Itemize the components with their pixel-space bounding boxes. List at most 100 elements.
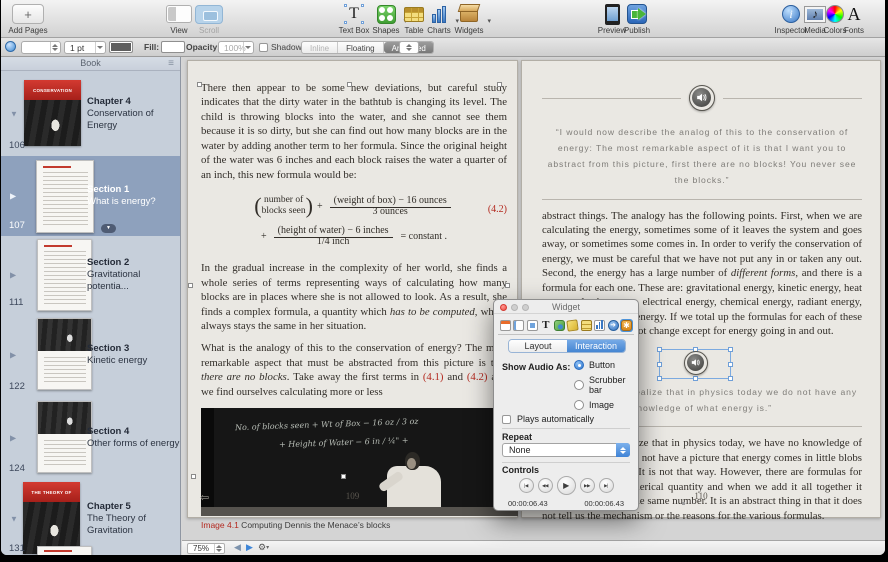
document-inspector-icon[interactable] <box>499 319 512 332</box>
playback-controls: |◀ ◀◀ ▶ ▶▶ ▶| <box>494 476 638 495</box>
selection-handle[interactable] <box>728 376 733 381</box>
audio-widget-1 <box>542 85 862 111</box>
rewind-button[interactable]: ◀◀ <box>538 478 553 493</box>
radio-option-button[interactable]: Button <box>574 360 638 370</box>
fill-color-well[interactable] <box>161 41 185 53</box>
opacity-select[interactable]: 100% <box>218 41 254 54</box>
stroke-color-well[interactable] <box>109 41 133 53</box>
tab-interaction[interactable]: Interaction <box>567 340 625 352</box>
skip-to-end-button[interactable]: ▶| <box>599 478 614 493</box>
selection-handle[interactable] <box>197 82 202 87</box>
publish-button[interactable]: Publish <box>619 2 655 36</box>
radio-icon <box>574 360 584 370</box>
skip-to-start-button[interactable]: |◀ <box>519 478 534 493</box>
widgets-icon <box>460 7 478 22</box>
play-button[interactable]: ▶ <box>557 476 576 495</box>
selection-handle[interactable] <box>188 283 193 288</box>
style-sphere-icon[interactable] <box>5 41 16 52</box>
section-1-thumbnail <box>36 160 94 233</box>
selection-handle[interactable] <box>728 347 733 352</box>
selection-handle[interactable] <box>657 376 662 381</box>
audio-play-button[interactable] <box>689 85 715 111</box>
metrics-inspector-icon[interactable] <box>566 319 579 332</box>
page-number: 109 <box>188 491 517 501</box>
close-button[interactable] <box>500 304 507 311</box>
left-page[interactable]: There then appear to be some new deviati… <box>187 60 518 518</box>
plays-automatically-row[interactable]: Plays automatically <box>502 414 594 424</box>
scroll-button: Scroll <box>190 2 228 36</box>
disclosure-right-icon[interactable]: ▶ <box>10 192 16 201</box>
body-text-box[interactable]: There then appear to be some new deviati… <box>201 81 507 530</box>
back-page-button[interactable]: ◀ <box>234 542 241 553</box>
disclosure-down-icon[interactable]: ▼ <box>10 109 18 118</box>
prev-page-arrow-icon[interactable]: ⇦ <box>200 491 209 504</box>
layout-inspector-icon[interactable] <box>512 319 525 332</box>
radio-option-image[interactable]: Image <box>574 400 638 410</box>
thumbnail-menu-chevron[interactable]: ▼ <box>101 224 116 233</box>
thumbnail-partial <box>37 546 92 555</box>
selection-handle[interactable] <box>341 474 346 479</box>
placement-inline[interactable]: Inline <box>302 42 338 53</box>
plus-icon: + <box>12 4 44 24</box>
radio-icon <box>574 400 584 410</box>
disclosure-right-icon[interactable]: ▶ <box>10 351 16 360</box>
image-caption[interactable]: Image 4.1 Computing Dennis the Menace’s … <box>201 520 507 530</box>
link-inspector-icon[interactable]: ➜ <box>607 319 620 332</box>
sidebar-item-section-1[interactable]: ▶ Section 1 What is energy? 107 ▼ <box>1 156 180 236</box>
shapes-icon <box>377 5 396 24</box>
disclosure-right-icon[interactable]: ▶ <box>10 270 16 279</box>
audio-play-button[interactable] <box>684 351 708 375</box>
inspector-icon: i <box>782 5 800 23</box>
book-sidebar: Book ≡ ▼ CONSERVATION Chapter 4 Conserva… <box>1 57 181 555</box>
sidebar-item-section-3[interactable]: ▶ Section 3 Kinetic energy 122 <box>1 313 180 397</box>
plays-automatically-checkbox[interactable] <box>502 415 511 424</box>
panel-title: Widget <box>552 302 580 312</box>
selection-handle[interactable] <box>693 376 698 381</box>
hamburger-icon[interactable]: ≡ <box>168 57 174 70</box>
selection-handle[interactable] <box>657 362 662 367</box>
graphic-inspector-icon[interactable] <box>553 319 566 332</box>
tab-layout[interactable]: Layout <box>509 340 567 352</box>
stroke-style-stepper[interactable] <box>21 41 61 54</box>
selection-handle[interactable] <box>657 347 662 352</box>
shadow-checkbox[interactable] <box>259 43 268 52</box>
wrap-inspector-icon[interactable] <box>526 319 539 332</box>
fonts-button[interactable]: A Fonts <box>841 2 867 36</box>
sidebar-header: Book ≡ <box>1 57 180 71</box>
widgets-button[interactable]: ▾ Widgets <box>449 2 489 36</box>
repeat-dropdown[interactable]: None <box>502 443 630 457</box>
forward-page-button[interactable]: ▶ <box>246 542 253 553</box>
sidebar-item-section-4[interactable]: ▶ Section 4 Other forms of energy 124 <box>1 397 180 479</box>
selection-handle[interactable] <box>191 474 196 479</box>
radio-option-scrubber-bar[interactable]: Scrubber bar <box>574 375 638 395</box>
selection-handle[interactable] <box>497 82 502 87</box>
sidebar-item-section-2[interactable]: ▶ Section 2 Gravitational potentia... 11… <box>1 236 180 313</box>
anchor-stepper[interactable] <box>399 41 419 54</box>
add-pages-button[interactable]: + Add Pages <box>3 2 53 36</box>
status-bar: 75% ◀ ▶ ⚙▾ <box>182 540 885 555</box>
sidebar-item-chapter-4[interactable]: ▼ CONSERVATION Chapter 4 Conservation of… <box>1 71 180 156</box>
gear-icon: ⚙ <box>258 542 266 552</box>
section-3-thumbnail <box>37 318 92 390</box>
page-options-gear-button[interactable]: ⚙▾ <box>258 542 269 553</box>
show-audio-as-label: Show Audio As: <box>502 362 570 372</box>
selection-handle[interactable] <box>347 82 352 87</box>
panel-title-bar[interactable]: Widget <box>494 300 638 314</box>
disclosure-right-icon[interactable]: ▶ <box>10 434 16 443</box>
zoom-level-select[interactable]: 75% <box>187 543 225 554</box>
fonts-icon: A <box>848 5 861 23</box>
audio-quote-1[interactable]: “I would now describe the analog of this… <box>546 125 858 189</box>
item-title: Chapter 5 <box>87 501 180 513</box>
sidebar-item-chapter-5[interactable]: ▼ THE THEORY OF Chapter 5 The Theory of … <box>1 479 180 555</box>
placement-floating[interactable]: Floating <box>338 42 383 53</box>
widget-inspector-icon[interactable]: ✱ <box>620 319 633 332</box>
selection-handle[interactable] <box>728 362 733 367</box>
stroke-width-select[interactable]: 1 pt <box>64 41 106 54</box>
selection-handle[interactable] <box>505 283 510 288</box>
disclosure-down-icon[interactable]: ▼ <box>10 515 18 524</box>
fast-forward-button[interactable]: ▶▶ <box>580 478 595 493</box>
text-inspector-icon[interactable]: T <box>539 319 552 332</box>
chart-inspector-icon[interactable] <box>593 319 606 332</box>
text-box-icon: T <box>346 5 362 23</box>
table-inspector-icon[interactable] <box>580 319 593 332</box>
